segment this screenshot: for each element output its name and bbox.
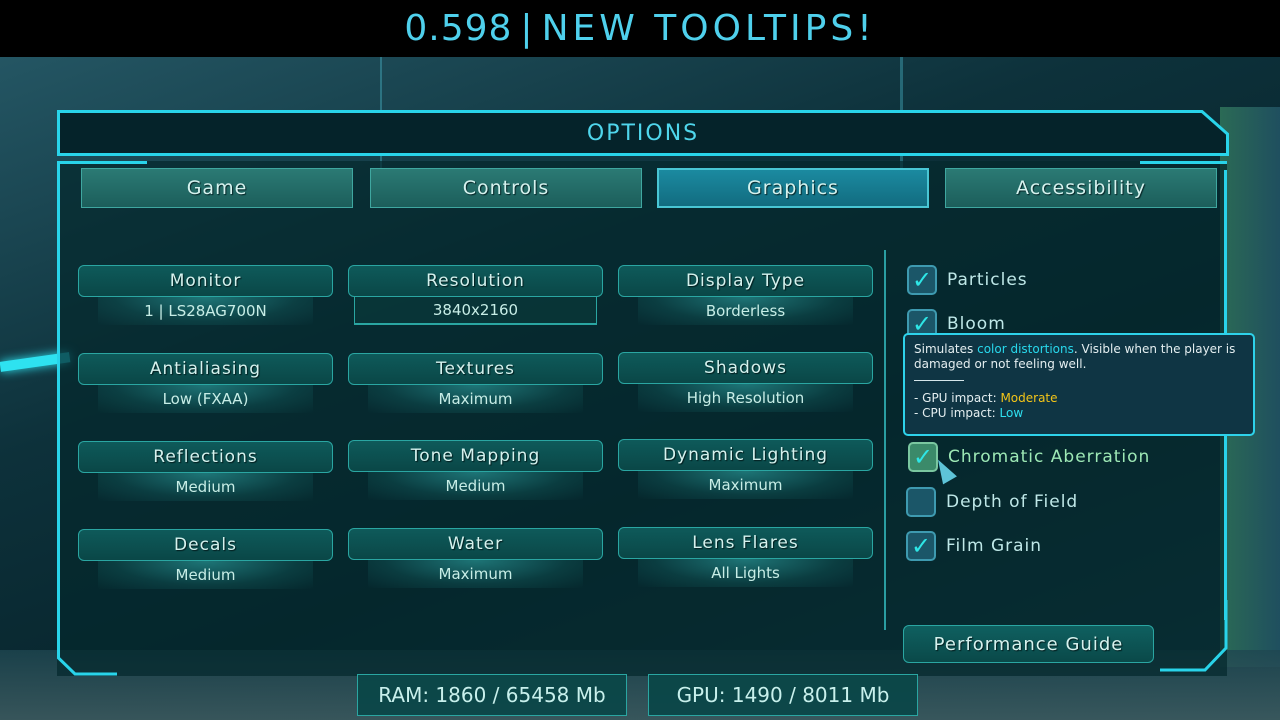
setting-dynamic-lighting: Dynamic Lighting Maximum [618, 439, 873, 509]
tab-accessibility[interactable]: Accessibility [945, 168, 1217, 208]
setting-water: Water Maximum [348, 528, 603, 598]
toggle-film-grain-label: Film Grain [946, 536, 1043, 556]
tooltip-gpu-impact: - GPU impact: Moderate [914, 391, 1244, 406]
setting-textures-value[interactable]: Maximum [368, 385, 583, 413]
panel-frame-corner-bottom-right [1160, 600, 1228, 672]
setting-monitor-label[interactable]: Monitor [78, 265, 333, 297]
setting-resolution-label[interactable]: Resolution [348, 265, 603, 297]
setting-water-label[interactable]: Water [348, 528, 603, 560]
toggle-chromatic-aberration-label: Chromatic Aberration [948, 447, 1151, 467]
performance-guide-button[interactable]: Performance Guide [903, 625, 1154, 663]
setting-decals-value[interactable]: Medium [98, 561, 313, 589]
setting-monitor: Monitor 1 | LS28AG700N [78, 265, 333, 335]
panel-frame-left [57, 161, 60, 631]
tooltip-divider [914, 376, 964, 381]
setting-display-type: Display Type Borderless [618, 265, 873, 335]
setting-tone-mapping-value[interactable]: Medium [368, 472, 583, 500]
toggle-particles[interactable]: ✓ Particles [907, 265, 1028, 295]
checkbox-depth-of-field[interactable] [906, 487, 936, 517]
setting-antialiasing: Antialiasing Low (FXAA) [78, 353, 333, 423]
tooltip-cpu-value: Low [999, 406, 1024, 420]
toggle-particles-label: Particles [947, 270, 1028, 290]
setting-reflections-value[interactable]: Medium [98, 473, 313, 501]
toggle-film-grain[interactable]: ✓ Film Grain [906, 531, 1042, 561]
setting-antialiasing-value[interactable]: Low (FXAA) [98, 385, 313, 413]
banner-headline: NEW TOOLTIPS! [541, 8, 876, 49]
tooltip-description: Simulates color distortions. Visible whe… [914, 342, 1244, 372]
toggle-depth-of-field[interactable]: Depth of Field [906, 487, 1078, 517]
version-number: 0.598 [404, 8, 513, 49]
setting-reflections-label[interactable]: Reflections [78, 441, 333, 473]
setting-reflections: Reflections Medium [78, 441, 333, 511]
toggle-bloom-label: Bloom [947, 314, 1006, 334]
tooltip-gpu-value: Moderate [1000, 391, 1058, 405]
tooltip-text: Simulates [914, 342, 978, 356]
tab-controls[interactable]: Controls [370, 168, 642, 208]
column-divider [884, 250, 886, 630]
check-icon: ✓ [912, 443, 934, 471]
setting-display-type-value[interactable]: Borderless [638, 297, 853, 325]
setting-textures: Textures Maximum [348, 353, 603, 423]
tab-graphics[interactable]: Graphics [657, 168, 929, 208]
setting-shadows-value[interactable]: High Resolution [638, 384, 853, 412]
panel-frame-top-right [1140, 161, 1227, 164]
toggle-depth-of-field-label: Depth of Field [946, 492, 1079, 512]
setting-tone-mapping: Tone Mapping Medium [348, 440, 603, 510]
version-banner: 0.598 | NEW TOOLTIPS! [0, 0, 1280, 57]
checkbox-particles[interactable]: ✓ [907, 265, 937, 295]
setting-shadows-label[interactable]: Shadows [618, 352, 873, 384]
setting-tone-mapping-label[interactable]: Tone Mapping [348, 440, 603, 472]
tooltip-highlight: color distortions [977, 342, 1074, 356]
tooltip-gpu-label: - GPU impact: [914, 391, 1001, 405]
check-icon: ✓ [910, 532, 932, 560]
setting-lens-flares: Lens Flares All Lights [618, 527, 873, 597]
setting-decals: Decals Medium [78, 529, 333, 599]
tab-game[interactable]: Game [81, 168, 353, 208]
setting-display-type-label[interactable]: Display Type [618, 265, 873, 297]
gpu-memory-usage: GPU: 1490 / 8011 Mb [648, 674, 918, 716]
banner-separator: | [520, 8, 534, 49]
setting-lens-flares-label[interactable]: Lens Flares [618, 527, 873, 559]
tooltip-cpu-impact: - CPU impact: Low [914, 406, 1244, 421]
ram-usage: RAM: 1860 / 65458 Mb [357, 674, 627, 716]
setting-water-value[interactable]: Maximum [368, 560, 583, 588]
setting-dynamic-lighting-value[interactable]: Maximum [638, 471, 853, 499]
options-title: OPTIONS [586, 120, 700, 146]
setting-lens-flares-value[interactable]: All Lights [638, 559, 853, 587]
setting-resolution: Resolution 3840x2160 [348, 265, 603, 335]
setting-dynamic-lighting-label[interactable]: Dynamic Lighting [618, 439, 873, 471]
checkbox-film-grain[interactable]: ✓ [906, 531, 936, 561]
setting-decals-label[interactable]: Decals [78, 529, 333, 561]
setting-antialiasing-label[interactable]: Antialiasing [78, 353, 333, 385]
panel-frame-corner-bottom-left [57, 628, 117, 676]
tooltip-cpu-label: - CPU impact: [914, 406, 1000, 420]
panel-frame-top-left [57, 161, 147, 164]
tooltip-chromatic-aberration: Simulates color distortions. Visible whe… [903, 333, 1255, 436]
check-icon: ✓ [911, 266, 933, 294]
setting-resolution-value[interactable]: 3840x2160 [354, 297, 597, 325]
setting-monitor-value[interactable]: 1 | LS28AG700N [98, 297, 313, 325]
setting-shadows: Shadows High Resolution [618, 352, 873, 422]
setting-textures-label[interactable]: Textures [348, 353, 603, 385]
